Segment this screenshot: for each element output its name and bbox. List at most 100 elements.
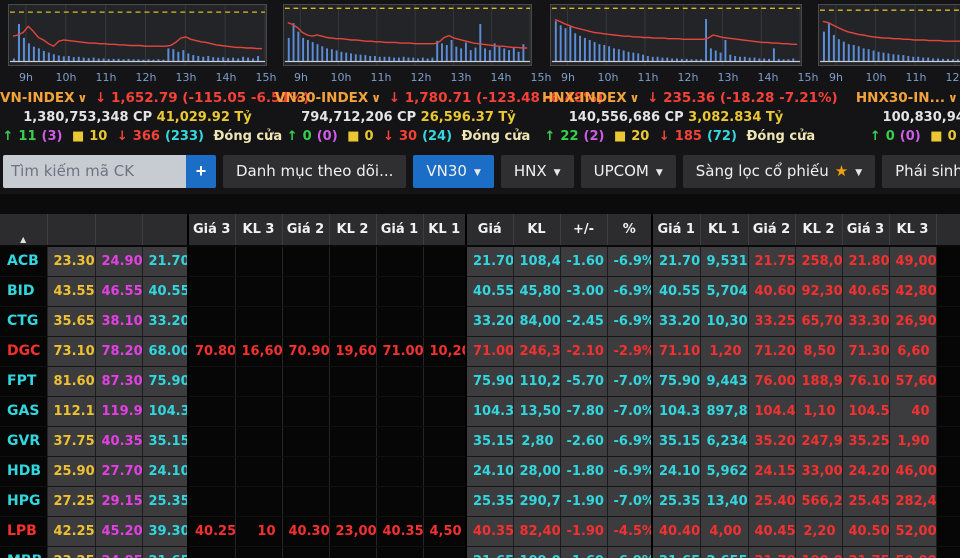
price-cell[interactable]: 25.90 bbox=[47, 456, 96, 487]
price-cell[interactable]: 33.25 bbox=[748, 306, 796, 337]
price-cell[interactable]: -1.60 bbox=[560, 546, 608, 558]
price-cell[interactable]: 46,00 bbox=[889, 456, 937, 487]
price-cell[interactable]: 38.10 bbox=[95, 306, 143, 337]
price-cell[interactable]: 21.80 bbox=[842, 246, 890, 277]
col-header[interactable]: Giá 3 bbox=[188, 214, 236, 247]
price-cell[interactable]: 84,00 bbox=[513, 306, 561, 337]
symbol-cell[interactable]: GVR bbox=[0, 426, 48, 457]
price-cell[interactable]: 25.35 bbox=[466, 486, 514, 517]
price-cell[interactable]: 282,40 bbox=[889, 486, 937, 517]
price-cell[interactable]: 21.70 bbox=[466, 246, 514, 277]
price-cell[interactable]: 21.65 bbox=[142, 546, 189, 558]
col-header[interactable]: ▲ bbox=[0, 214, 48, 247]
price-cell[interactable]: -7.80 bbox=[560, 396, 608, 427]
tab-vn30[interactable]: VN30 ▼ bbox=[413, 154, 494, 188]
price-cell[interactable]: 23,00 bbox=[329, 516, 377, 547]
tab-upcom[interactable]: UPCOM ▼ bbox=[580, 154, 676, 188]
price-cell[interactable]: 40.55 bbox=[652, 276, 701, 307]
price-cell[interactable]: 71.30 bbox=[842, 336, 890, 367]
price-cell[interactable]: 10,30... bbox=[700, 306, 749, 337]
price-cell[interactable]: 76.00 bbox=[748, 366, 796, 397]
price-cell[interactable]: 24.20 bbox=[842, 456, 890, 487]
price-cell[interactable]: 76.10 bbox=[842, 366, 890, 397]
col-header[interactable]: KL 1 bbox=[700, 214, 749, 247]
price-cell[interactable]: 25.40 bbox=[748, 486, 796, 517]
price-cell[interactable]: -7.0% bbox=[607, 396, 653, 427]
price-cell[interactable]: 87.30 bbox=[95, 366, 143, 397]
price-cell[interactable]: -1.60 bbox=[560, 246, 608, 277]
symbol-cell[interactable]: BID bbox=[0, 276, 48, 307]
price-cell[interactable]: 24.10 bbox=[652, 456, 701, 487]
price-cell[interactable]: 45,80 bbox=[513, 276, 561, 307]
price-cell[interactable]: 37.75 bbox=[47, 426, 96, 457]
price-cell[interactable]: 81.60 bbox=[47, 366, 96, 397]
price-cell[interactable]: 9,531,... bbox=[700, 246, 749, 277]
col-header[interactable]: +/- bbox=[560, 214, 608, 247]
price-cell[interactable]: -2.10 bbox=[560, 336, 608, 367]
col-header[interactable]: KL bbox=[513, 214, 561, 247]
price-cell[interactable]: 40.55 bbox=[142, 276, 189, 307]
price-cell[interactable]: 24.85 bbox=[95, 546, 143, 558]
price-cell[interactable]: 2,80 bbox=[513, 426, 561, 457]
price-cell[interactable]: 6,60 bbox=[889, 336, 937, 367]
price-cell[interactable]: 35.15 bbox=[652, 426, 701, 457]
chevron-down-icon[interactable]: ∨ bbox=[627, 91, 643, 105]
price-cell[interactable]: 24.15 bbox=[748, 456, 796, 487]
price-cell[interactable]: 33.30 bbox=[842, 306, 890, 337]
price-cell[interactable]: 45.20 bbox=[95, 516, 143, 547]
price-cell[interactable]: 35.25 bbox=[842, 426, 890, 457]
price-cell[interactable]: 23.30 bbox=[47, 246, 96, 277]
col-header[interactable]: Giá 3 bbox=[842, 214, 890, 247]
price-cell[interactable]: 35.15 bbox=[466, 426, 514, 457]
symbol-cell[interactable]: LPB bbox=[0, 516, 48, 547]
price-cell[interactable]: 35.15 bbox=[142, 426, 189, 457]
price-cell[interactable]: -6.9% bbox=[607, 276, 653, 307]
price-cell[interactable]: 71.00 bbox=[466, 336, 514, 367]
price-cell[interactable]: 40.60 bbox=[748, 276, 796, 307]
price-cell[interactable]: 10 bbox=[235, 516, 283, 547]
price-cell[interactable]: 8,50 bbox=[795, 336, 843, 367]
price-cell[interactable]: 4,50 bbox=[423, 516, 467, 547]
price-cell[interactable]: -5.70 bbox=[560, 366, 608, 397]
price-cell[interactable]: 92,30 bbox=[795, 276, 843, 307]
chevron-down-icon[interactable]: ∨ bbox=[368, 91, 384, 105]
price-cell[interactable]: 25.35 bbox=[142, 486, 189, 517]
price-cell[interactable]: 40.25 bbox=[188, 516, 236, 547]
price-cell[interactable]: 70.90 bbox=[282, 336, 330, 367]
price-cell[interactable]: 28,00 bbox=[513, 456, 561, 487]
price-cell[interactable]: 40.40 bbox=[652, 516, 701, 547]
symbol-cell[interactable]: DGC bbox=[0, 336, 48, 367]
price-cell[interactable]: 110,20 bbox=[513, 366, 561, 397]
price-cell[interactable]: 82,40 bbox=[513, 516, 561, 547]
sort-asc-icon[interactable]: ▲ bbox=[20, 235, 26, 244]
price-cell[interactable]: 71.00 bbox=[376, 336, 424, 367]
symbol-cell[interactable]: GAS bbox=[0, 396, 48, 427]
price-cell[interactable]: 897,80 bbox=[700, 396, 749, 427]
chevron-down-icon[interactable]: ∨ bbox=[75, 91, 91, 105]
price-cell[interactable]: 33,00 bbox=[795, 456, 843, 487]
price-cell[interactable]: 25.45 bbox=[842, 486, 890, 517]
price-cell[interactable]: 290,70 bbox=[513, 486, 561, 517]
price-cell[interactable]: -7.0% bbox=[607, 486, 653, 517]
price-cell[interactable]: 104.40 bbox=[748, 396, 796, 427]
price-cell[interactable]: 40.30 bbox=[282, 516, 330, 547]
chevron-down-icon[interactable]: ∨ bbox=[945, 91, 960, 105]
price-cell[interactable]: 21.70 bbox=[652, 246, 701, 277]
price-cell[interactable]: 109,00 bbox=[513, 546, 561, 558]
price-cell[interactable]: 24.10 bbox=[466, 456, 514, 487]
price-cell[interactable]: 27.70 bbox=[95, 456, 143, 487]
col-header[interactable]: KL 2 bbox=[795, 214, 843, 247]
price-cell[interactable]: -6.9% bbox=[607, 426, 653, 457]
price-cell[interactable]: 35.20 bbox=[748, 426, 796, 457]
price-cell[interactable]: -1.90 bbox=[560, 486, 608, 517]
price-cell[interactable]: 247,90 bbox=[795, 426, 843, 457]
price-cell[interactable]: 112.10 bbox=[47, 396, 96, 427]
price-cell[interactable]: -1.90 bbox=[560, 516, 608, 547]
price-cell[interactable]: -4.5% bbox=[607, 516, 653, 547]
col-header[interactable] bbox=[95, 214, 143, 247]
index-title-row[interactable]: HNX30-IN...∨ ↓ 512.4 bbox=[810, 88, 960, 108]
price-cell[interactable]: 78.20 bbox=[95, 336, 143, 367]
price-cell[interactable]: -2.45 bbox=[560, 306, 608, 337]
col-header[interactable] bbox=[47, 214, 96, 247]
price-cell[interactable]: 9,443... bbox=[700, 366, 749, 397]
